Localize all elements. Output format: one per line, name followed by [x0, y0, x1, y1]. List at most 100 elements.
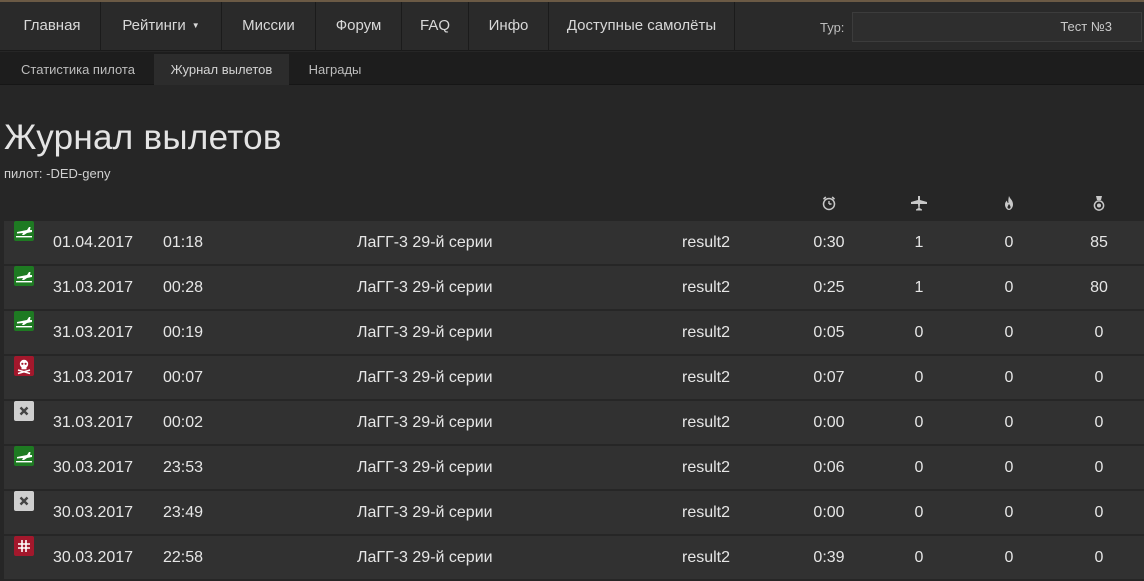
sortie-time: 23:49 [163, 504, 204, 521]
nav-item-label: Форум [335, 17, 382, 34]
sortie-duration: 0:25 [813, 279, 845, 296]
medal-icon [1093, 196, 1105, 211]
sortie-aircraft-kills: 0 [914, 459, 924, 476]
sortie-duration: 0:06 [813, 459, 845, 476]
sortie-time: 00:07 [163, 369, 204, 386]
sortie-date: 31.03.2017 [53, 414, 134, 431]
status-disconnected-icon [14, 401, 34, 421]
sortie-aircraft-kills: 0 [914, 414, 924, 431]
sortie-time: 00:02 [163, 414, 204, 431]
sortie-mission: result2 [682, 504, 731, 521]
sortie-mission: result2 [682, 279, 731, 296]
sortie-date: 30.03.2017 [53, 549, 134, 566]
sortie-duration: 0:07 [813, 369, 845, 386]
sortie-aircraft[interactable]: ЛаГГ-3 29-й серии [357, 266, 493, 309]
pilot-name: пилот: -DED-geny [4, 166, 111, 181]
nav-item-label: FAQ [419, 17, 450, 34]
nav-item-faq[interactable]: FAQ [402, 2, 469, 51]
status-landed-icon [14, 266, 34, 286]
sortie-duration: 0:30 [813, 234, 845, 251]
status-landed-icon [14, 311, 34, 331]
nav-item-label: Рейтинги [122, 17, 186, 34]
sortie-ground-kills: 0 [1004, 234, 1014, 251]
nav-item-info[interactable]: Инфо [469, 2, 549, 51]
nav-item-label: Инфо [488, 17, 529, 34]
sortie-mission: result2 [682, 234, 731, 251]
sortie-aircraft[interactable]: ЛаГГ-3 29-й серии [357, 446, 493, 489]
sortie-ground-kills: 0 [1004, 324, 1014, 341]
nav-item-missions[interactable]: Миссии [222, 2, 316, 51]
sortie-score: 80 [1090, 279, 1108, 296]
dropdown-caret-icon: ▼ [191, 21, 200, 30]
sortie-mission: result2 [682, 369, 731, 386]
status-disconnected-icon [14, 491, 34, 511]
sortie-ground-kills: 0 [1004, 549, 1014, 566]
sortie-time: 23:53 [163, 459, 204, 476]
sortie-ground-kills: 0 [1004, 279, 1014, 296]
sortie-score: 0 [1094, 369, 1104, 386]
sortie-aircraft[interactable]: ЛаГГ-3 29-й серии [357, 221, 493, 264]
nav-item-ratings[interactable]: Рейтинги ▼ [101, 2, 222, 51]
table-row[interactable]: 31.03.2017 00:28 ЛаГГ-3 29-й серии result2 0… [4, 266, 1144, 309]
status-captured-icon [14, 536, 34, 556]
sortie-date: 01.04.2017 [53, 234, 134, 251]
sortie-duration: 0:39 [813, 549, 845, 566]
sortie-time: 01:18 [163, 234, 204, 251]
nav-item-label: Миссии [242, 17, 295, 34]
fire-icon [1005, 196, 1013, 210]
sortie-aircraft-kills: 1 [914, 234, 924, 251]
sortie-duration: 0:05 [813, 324, 845, 341]
sortie-log-table: 01.04.2017 01:18 ЛаГГ-3 29-й серии result2 0… [4, 221, 1144, 581]
sortie-score: 85 [1090, 234, 1108, 251]
sortie-score: 0 [1094, 324, 1104, 341]
sortie-aircraft[interactable]: ЛаГГ-3 29-й серии [357, 311, 493, 354]
sortie-ground-kills: 0 [1004, 369, 1014, 386]
sortie-aircraft-kills: 0 [914, 549, 924, 566]
sortie-date: 31.03.2017 [53, 324, 134, 341]
table-row[interactable]: 31.03.2017 00:19 ЛаГГ-3 29-й серии result2 0… [4, 311, 1144, 354]
plane-icon [911, 196, 927, 211]
sortie-aircraft-kills: 1 [914, 279, 924, 296]
sortie-aircraft[interactable]: ЛаГГ-3 29-й серии [357, 536, 493, 579]
sortie-time: 22:58 [163, 549, 204, 566]
sub-navigation: Статистика пилота Журнал вылетов Награды [0, 52, 1144, 85]
nav-item-label: Доступные самолёты [566, 17, 717, 34]
nav-item-label: Главная [23, 17, 81, 34]
sortie-aircraft[interactable]: ЛаГГ-3 29-й серии [357, 401, 493, 444]
tab-sortie-log[interactable]: Журнал вылетов [154, 54, 289, 85]
status-landed-icon [14, 446, 34, 466]
sortie-aircraft[interactable]: ЛаГГ-3 29-й серии [357, 491, 493, 534]
table-row[interactable]: 30.03.2017 23:53 ЛаГГ-3 29-й серии result2 0… [4, 446, 1144, 489]
sortie-ground-kills: 0 [1004, 504, 1014, 521]
table-row[interactable]: 01.04.2017 01:18 ЛаГГ-3 29-й серии result2 0… [4, 221, 1144, 264]
sortie-date: 31.03.2017 [53, 369, 134, 386]
sortie-duration: 0:00 [813, 504, 845, 521]
table-row[interactable]: 31.03.2017 00:07 ЛаГГ-3 29-й серии result2 0… [4, 356, 1144, 399]
nav-item-forum[interactable]: Форум [316, 2, 402, 51]
sortie-aircraft[interactable]: ЛаГГ-3 29-й серии [357, 356, 493, 399]
sortie-date: 30.03.2017 [53, 504, 134, 521]
nav-item-home[interactable]: Главная [4, 2, 101, 51]
table-row[interactable]: 30.03.2017 23:49 ЛаГГ-3 29-й серии result2 0… [4, 491, 1144, 534]
sortie-mission: result2 [682, 324, 731, 341]
status-landed-icon [14, 221, 34, 241]
tab-pilot-stats[interactable]: Статистика пилота [4, 54, 152, 85]
sortie-mission: result2 [682, 414, 731, 431]
tab-awards[interactable]: Награды [291, 54, 379, 85]
sortie-mission: result2 [682, 459, 731, 476]
sortie-score: 0 [1094, 504, 1104, 521]
table-row[interactable]: 30.03.2017 22:58 ЛаГГ-3 29-й серии result2 0… [4, 536, 1144, 579]
sortie-duration: 0:00 [813, 414, 845, 431]
status-killed-icon [14, 356, 34, 376]
sortie-aircraft-kills: 0 [914, 369, 924, 386]
clock-icon [822, 196, 836, 211]
sortie-aircraft-kills: 0 [914, 504, 924, 521]
table-row[interactable]: 31.03.2017 00:02 ЛаГГ-3 29-й серии result2 0… [4, 401, 1144, 444]
sortie-date: 30.03.2017 [53, 459, 134, 476]
nav-item-available-planes[interactable]: Доступные самолёты [549, 2, 735, 51]
tour-select[interactable]: Тест №3 [852, 12, 1142, 42]
sortie-score: 0 [1094, 549, 1104, 566]
sortie-ground-kills: 0 [1004, 459, 1014, 476]
sortie-score: 0 [1094, 459, 1104, 476]
sortie-aircraft-kills: 0 [914, 324, 924, 341]
